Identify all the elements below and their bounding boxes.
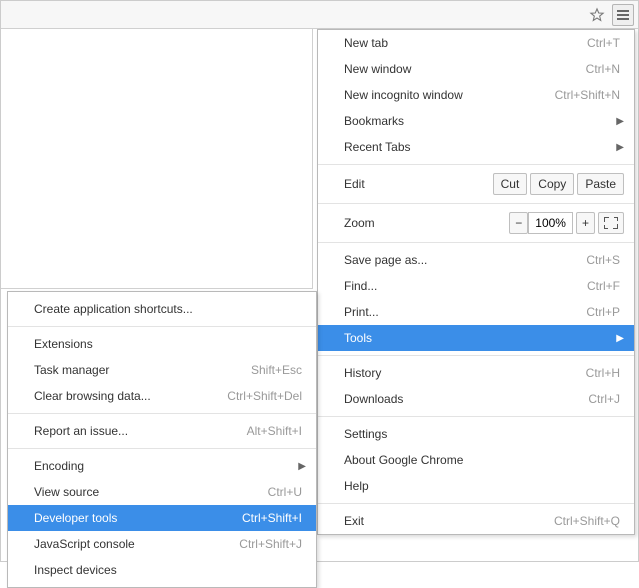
menu-separator xyxy=(318,355,634,356)
menu-label: JavaScript console xyxy=(34,537,239,551)
main-menu: New tab Ctrl+T New window Ctrl+N New inc… xyxy=(317,29,635,535)
menu-settings[interactable]: Settings xyxy=(318,421,634,447)
bookmark-star-icon[interactable] xyxy=(586,4,608,26)
menu-edit-row: Edit Cut Copy Paste xyxy=(318,169,634,199)
paste-button[interactable]: Paste xyxy=(577,173,624,195)
zoom-in-button[interactable]: + xyxy=(576,212,595,234)
menu-exit[interactable]: Exit Ctrl+Shift+Q xyxy=(318,508,634,534)
menu-new-incognito[interactable]: New incognito window Ctrl+Shift+N xyxy=(318,82,634,108)
menu-label: About Google Chrome xyxy=(344,453,620,467)
menu-label: Task manager xyxy=(34,363,251,377)
menu-downloads[interactable]: Downloads Ctrl+J xyxy=(318,386,634,412)
menu-shortcut: Ctrl+S xyxy=(586,253,620,267)
menu-help[interactable]: Help xyxy=(318,473,634,499)
menu-label: Print... xyxy=(344,305,586,319)
menu-label: Find... xyxy=(344,279,587,293)
menu-separator xyxy=(318,164,634,165)
menu-shortcut: Ctrl+H xyxy=(586,366,620,380)
zoom-out-button[interactable]: − xyxy=(509,212,528,234)
menu-new-window[interactable]: New window Ctrl+N xyxy=(318,56,634,82)
fullscreen-icon xyxy=(604,217,618,229)
submenu-developer-tools[interactable]: Developer tools Ctrl+Shift+I xyxy=(8,505,316,531)
chevron-right-icon: ▶ xyxy=(616,116,624,127)
menu-recent-tabs[interactable]: Recent Tabs ▶ xyxy=(318,134,634,160)
menu-history[interactable]: History Ctrl+H xyxy=(318,360,634,386)
submenu-clear-data[interactable]: Clear browsing data... Ctrl+Shift+Del xyxy=(8,383,316,409)
menu-label: New window xyxy=(344,62,586,76)
menu-label: Save page as... xyxy=(344,253,586,267)
menu-shortcut: Ctrl+Shift+Q xyxy=(554,514,620,528)
submenu-report-issue[interactable]: Report an issue... Alt+Shift+I xyxy=(8,418,316,444)
menu-zoom-row: Zoom − 100% + xyxy=(318,208,634,238)
chevron-right-icon: ▶ xyxy=(298,461,306,472)
submenu-task-manager[interactable]: Task manager Shift+Esc xyxy=(8,357,316,383)
menu-label: History xyxy=(344,366,586,380)
menu-label: Bookmarks xyxy=(344,114,620,128)
menu-shortcut: Ctrl+P xyxy=(586,305,620,319)
menu-find[interactable]: Find... Ctrl+F xyxy=(318,273,634,299)
fullscreen-button[interactable] xyxy=(598,212,624,234)
menu-shortcut: Ctrl+Shift+Del xyxy=(227,389,302,403)
menu-label: Edit xyxy=(344,177,490,191)
menu-separator xyxy=(318,203,634,204)
menu-label: Inspect devices xyxy=(34,563,302,577)
menu-tools[interactable]: Tools ▶ xyxy=(318,325,634,351)
menu-separator xyxy=(8,448,316,449)
menu-label: New incognito window xyxy=(344,88,555,102)
zoom-value: 100% xyxy=(528,212,573,234)
menu-separator xyxy=(8,326,316,327)
menu-label: Downloads xyxy=(344,392,588,406)
menu-print[interactable]: Print... Ctrl+P xyxy=(318,299,634,325)
menu-separator xyxy=(318,416,634,417)
menu-shortcut: Ctrl+U xyxy=(268,485,302,499)
menu-shortcut: Ctrl+Shift+J xyxy=(239,537,302,551)
menu-shortcut: Alt+Shift+I xyxy=(247,424,302,438)
toolbar xyxy=(1,1,638,29)
menu-shortcut: Ctrl+Shift+I xyxy=(242,511,302,525)
menu-label: Developer tools xyxy=(34,511,242,525)
menu-label: Extensions xyxy=(34,337,302,351)
menu-shortcut: Ctrl+Shift+N xyxy=(555,88,620,102)
submenu-encoding[interactable]: Encoding ▶ xyxy=(8,453,316,479)
menu-label: Help xyxy=(344,479,620,493)
menu-new-tab[interactable]: New tab Ctrl+T xyxy=(318,30,634,56)
copy-button[interactable]: Copy xyxy=(530,173,574,195)
chevron-right-icon: ▶ xyxy=(616,142,624,153)
menu-shortcut: Ctrl+N xyxy=(586,62,620,76)
menu-shortcut: Ctrl+T xyxy=(587,36,620,50)
menu-label: Zoom xyxy=(344,216,506,230)
menu-shortcut: Ctrl+J xyxy=(588,392,620,406)
menu-shortcut: Ctrl+F xyxy=(587,279,620,293)
menu-label: Create application shortcuts... xyxy=(34,302,302,316)
menu-label: Tools xyxy=(344,331,620,345)
submenu-extensions[interactable]: Extensions xyxy=(8,331,316,357)
page-content-area xyxy=(1,29,313,289)
submenu-inspect-devices[interactable]: Inspect devices xyxy=(8,557,316,583)
tools-submenu: Create application shortcuts... Extensio… xyxy=(7,291,317,588)
chevron-right-icon: ▶ xyxy=(616,333,624,344)
submenu-view-source[interactable]: View source Ctrl+U xyxy=(8,479,316,505)
menu-about[interactable]: About Google Chrome xyxy=(318,447,634,473)
menu-bookmarks[interactable]: Bookmarks ▶ xyxy=(318,108,634,134)
menu-label: Clear browsing data... xyxy=(34,389,227,403)
menu-label: Encoding xyxy=(34,459,302,473)
cut-button[interactable]: Cut xyxy=(493,173,528,195)
menu-shortcut: Shift+Esc xyxy=(251,363,302,377)
menu-label: Settings xyxy=(344,427,620,441)
submenu-js-console[interactable]: JavaScript console Ctrl+Shift+J xyxy=(8,531,316,557)
menu-label: Exit xyxy=(344,514,554,528)
menu-label: Report an issue... xyxy=(34,424,247,438)
submenu-create-shortcuts[interactable]: Create application shortcuts... xyxy=(8,296,316,322)
menu-label: New tab xyxy=(344,36,587,50)
menu-separator xyxy=(8,413,316,414)
menu-label: View source xyxy=(34,485,268,499)
menu-save-as[interactable]: Save page as... Ctrl+S xyxy=(318,247,634,273)
hamburger-menu-icon[interactable] xyxy=(612,4,634,26)
menu-separator xyxy=(318,242,634,243)
menu-separator xyxy=(318,503,634,504)
menu-label: Recent Tabs xyxy=(344,140,620,154)
